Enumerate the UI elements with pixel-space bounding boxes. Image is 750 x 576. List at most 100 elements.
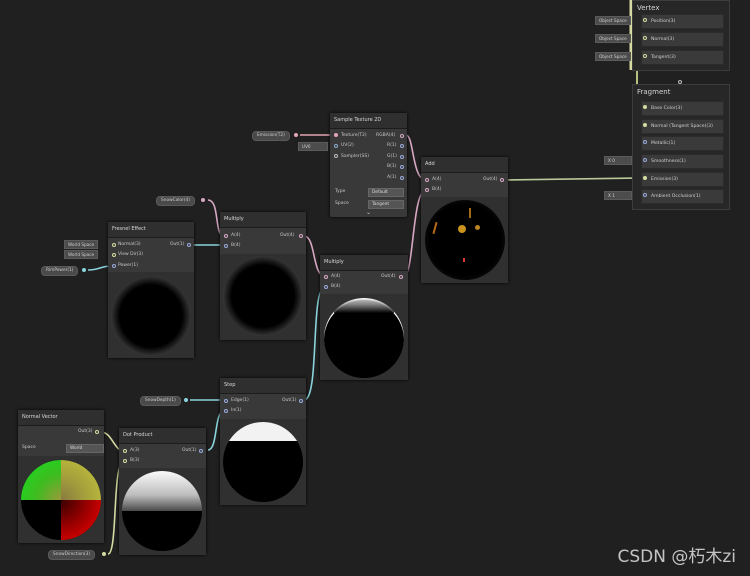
multiply2-a-port[interactable] xyxy=(324,275,328,279)
smoothness-port[interactable] xyxy=(643,158,647,162)
collapse-icon[interactable]: ⌄ xyxy=(366,210,371,216)
shader-graph-canvas[interactable]: Vertex Position(3) Normal(3) Tangent(3) … xyxy=(0,0,750,576)
dot-product-input-a: A(3) xyxy=(130,448,140,453)
normal-port[interactable] xyxy=(643,123,647,127)
multiply2-out-port[interactable] xyxy=(399,275,403,279)
a-port[interactable] xyxy=(400,176,404,180)
uv-port[interactable] xyxy=(334,144,338,148)
r-port[interactable] xyxy=(400,144,404,148)
vertex-tangent-row[interactable]: Tangent(3) xyxy=(641,50,724,65)
fragment-smoothness-row[interactable]: Smoothness(1) xyxy=(641,154,724,169)
node-title: Fresnel Effect xyxy=(108,222,194,238)
fragment-normal-row[interactable]: Normal (Tangent Space)(3) xyxy=(641,119,724,134)
node-title: Multiply xyxy=(320,255,408,271)
vertex-tangent-port[interactable] xyxy=(643,54,647,58)
add-preview-highlights xyxy=(425,200,505,280)
add-a-port[interactable] xyxy=(425,178,429,182)
b-port[interactable] xyxy=(400,165,404,169)
multiply2-output: Out(4) xyxy=(381,274,396,279)
fragment-metallic-row[interactable]: Metallic(1) xyxy=(641,136,724,151)
fresnel-out-port[interactable] xyxy=(187,243,191,247)
dot-product-a-port[interactable] xyxy=(123,449,127,453)
emission-port[interactable] xyxy=(643,176,647,180)
space-dropdown[interactable]: Tangent xyxy=(368,200,404,209)
rimpower-port[interactable] xyxy=(82,268,86,272)
uv-dropdown[interactable]: UV0 xyxy=(298,142,328,151)
fresnel-normal-port[interactable] xyxy=(112,243,116,247)
fresnel-power-port[interactable] xyxy=(112,264,116,268)
input-uv: UV(2) xyxy=(341,143,354,148)
output-a: A(1) xyxy=(387,175,397,180)
add-b-port[interactable] xyxy=(425,188,429,192)
multiply1-preview-sphere xyxy=(223,256,303,336)
multiply2-input-b: B(4) xyxy=(331,284,341,289)
tangent-space-tag[interactable]: Object Space xyxy=(595,52,631,61)
fresnel-normal-space-tag[interactable]: World Space xyxy=(64,240,99,249)
g-port[interactable] xyxy=(400,155,404,159)
rimpower-property[interactable]: RimPower(1) xyxy=(41,266,79,276)
vertex-normal-port[interactable] xyxy=(643,36,647,40)
node-title: Dot Product xyxy=(119,428,206,444)
ao-port[interactable] xyxy=(643,193,647,197)
add-output: Out(4) xyxy=(483,177,498,182)
type-dropdown[interactable]: Default xyxy=(368,188,404,197)
snowdepth-port[interactable] xyxy=(184,398,188,402)
normal-space-tag[interactable]: Object Space xyxy=(595,34,631,43)
output-g: G(1) xyxy=(387,154,397,159)
vertex-normal-row[interactable]: Normal(3) xyxy=(641,32,724,47)
fragment-emission-row[interactable]: Emission(3) xyxy=(641,172,724,187)
fresnel-input-normal: Normal(3) xyxy=(118,242,141,247)
fresnel-viewdir-port[interactable] xyxy=(112,253,116,257)
snowdepth-property[interactable]: SnowDepth(1) xyxy=(140,396,181,406)
texture-port[interactable] xyxy=(334,133,338,137)
node-title: Sample Texture 2D xyxy=(330,113,407,129)
vertex-position-row[interactable]: Position(3) xyxy=(641,14,724,29)
step-edge-port[interactable] xyxy=(224,399,228,403)
normal-vector-out-port[interactable] xyxy=(95,430,99,434)
step-input-edge: Edge(1) xyxy=(231,398,249,403)
fresnel-output: Out(1) xyxy=(170,242,185,247)
multiply1-output: Out(4) xyxy=(280,233,295,238)
fragment-ao-row[interactable]: Ambient Occlusion(1) xyxy=(641,189,724,204)
normal-vector-space-dropdown[interactable]: World xyxy=(66,444,104,453)
emission-property[interactable]: Emission(T2) xyxy=(252,131,290,141)
basecolor-port[interactable] xyxy=(643,105,647,109)
snowdirection-property[interactable]: SnowDirection(3) xyxy=(48,550,96,560)
add-input-b: B(4) xyxy=(432,187,442,192)
type-label: Type xyxy=(335,189,346,194)
add-out-port[interactable] xyxy=(500,178,504,182)
ao-value[interactable]: X 1 xyxy=(604,191,632,200)
fresnel-viewdir-space-tag[interactable]: World Space xyxy=(64,250,99,259)
add-input-a: A(4) xyxy=(432,177,442,182)
vertex-title: Vertex xyxy=(637,4,660,12)
step-in-port[interactable] xyxy=(224,409,228,413)
metallic-port[interactable] xyxy=(643,140,647,144)
multiply1-input-a: A(4) xyxy=(231,233,241,238)
step-out-port[interactable] xyxy=(299,399,303,403)
multiply2-b-port[interactable] xyxy=(324,285,328,289)
multiply2-preview-sphere xyxy=(324,298,404,378)
multiply1-a-port[interactable] xyxy=(224,234,228,238)
multiply2-input-a: A(4) xyxy=(331,274,341,279)
normal-vector-space-label: Space xyxy=(22,445,36,450)
step-input-in: In(1) xyxy=(231,408,242,413)
multiply1-b-port[interactable] xyxy=(224,244,228,248)
dot-product-b-port[interactable] xyxy=(123,459,127,463)
snowdirection-port[interactable] xyxy=(102,552,106,556)
smoothness-value[interactable]: X 0 xyxy=(604,156,632,165)
node-title: Step xyxy=(220,378,306,394)
output-rgba: RGBA(4) xyxy=(376,133,396,138)
output-r: R(1) xyxy=(387,143,397,148)
input-texture: Texture(T2) xyxy=(341,133,367,138)
fragment-basecolor-row[interactable]: Base Color(3) xyxy=(641,101,724,116)
vertex-position-port[interactable] xyxy=(643,18,647,22)
snowcolor-port[interactable] xyxy=(201,198,205,202)
rgba-port[interactable] xyxy=(400,134,404,138)
dot-product-output: Out(1) xyxy=(182,448,197,453)
snowcolor-property[interactable]: SnowColor(4) xyxy=(156,196,195,206)
dot-product-out-port[interactable] xyxy=(199,449,203,453)
sampler-port[interactable] xyxy=(334,154,338,158)
position-space-tag[interactable]: Object Space xyxy=(595,16,631,25)
multiply1-out-port[interactable] xyxy=(299,234,303,238)
emission-property-port[interactable] xyxy=(294,133,298,137)
